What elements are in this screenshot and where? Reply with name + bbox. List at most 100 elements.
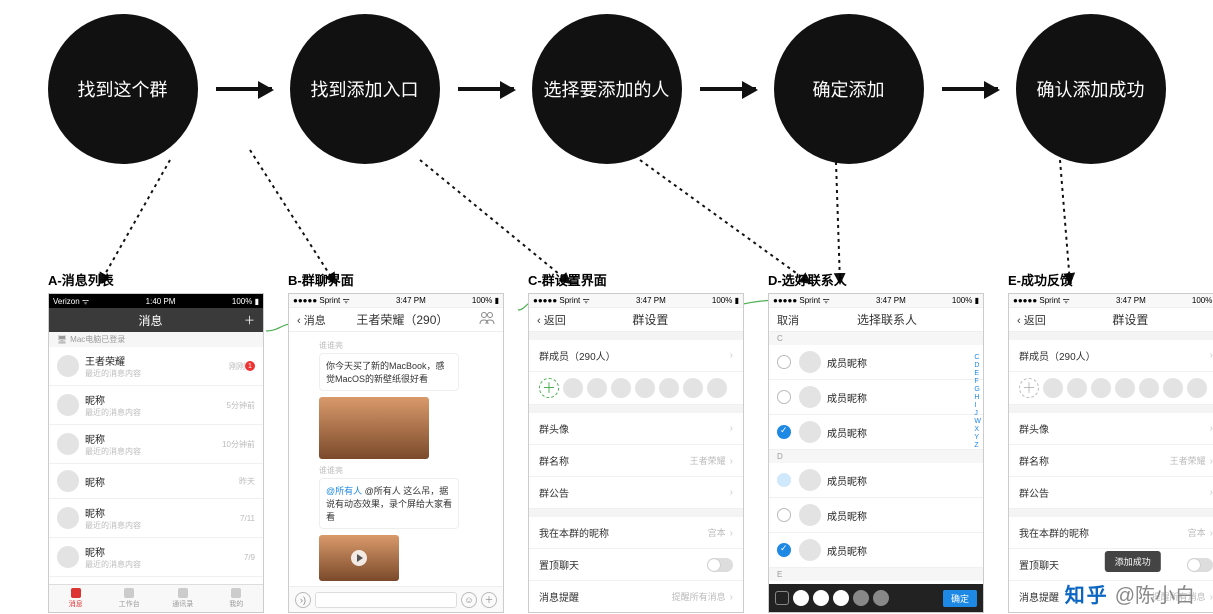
message-bubble[interactable]: @所有人 @所有人 这么吊，据说有动态效果，录个屏给大家看看 (319, 478, 459, 529)
contact-row[interactable]: 成员昵称 (769, 533, 983, 568)
alpha-letter[interactable]: G (974, 386, 981, 393)
chat-time: 刚刚 (229, 361, 245, 372)
cell-group-notice[interactable]: 群公告› (529, 477, 743, 509)
tab-label: 我的 (229, 599, 243, 609)
alpha-letter[interactable]: I (974, 402, 981, 409)
cell-group-name[interactable]: 群名称王者荣耀› (1009, 445, 1213, 477)
chat-list-item[interactable]: 昵称最近的消息内容7/9 (49, 538, 263, 577)
back-button[interactable]: ‹ 消息 (297, 312, 326, 328)
statusbar: ●●●●● Sprint ᯤ 3:47 PM 100% ▮ (1009, 294, 1213, 308)
member-avatar[interactable] (611, 378, 631, 398)
chat-time: 7/11 (240, 514, 255, 523)
chat-list-item[interactable]: 昵称最近的消息内容10分钟前 (49, 425, 263, 464)
radio-icon[interactable] (777, 473, 791, 487)
cell-group-avatar[interactable]: 群头像› (1009, 413, 1213, 445)
radio-icon[interactable] (777, 508, 791, 522)
chat-list-item[interactable]: 王者荣耀最近的消息内容刚刚1 (49, 347, 263, 386)
cell-group-notice[interactable]: 群公告› (1009, 477, 1213, 509)
member-avatar[interactable] (635, 378, 655, 398)
chat-list-item[interactable]: 昵称昨天 (49, 464, 263, 499)
back-button[interactable]: ‹ 返回 (537, 312, 566, 328)
cell-notify[interactable]: 消息提醒提醒所有消息› (529, 581, 743, 613)
selected-avatar[interactable] (873, 590, 889, 606)
member-avatar[interactable] (1091, 378, 1111, 398)
alpha-letter[interactable]: E (974, 370, 981, 377)
cell-group-avatar[interactable]: 群头像› (529, 413, 743, 445)
radio-icon[interactable] (777, 390, 791, 404)
alpha-letter[interactable]: X (974, 426, 981, 433)
contact-row[interactable]: 成员昵称 (769, 415, 983, 450)
alpha-letter[interactable]: Y (974, 434, 981, 441)
confirm-button[interactable]: 确定 (943, 590, 977, 607)
avatar[interactable] (288, 476, 289, 494)
avatar[interactable] (288, 533, 289, 551)
selected-avatar[interactable] (813, 590, 829, 606)
chat-list-item[interactable]: 昵称最近的消息内容7/11 (49, 499, 263, 538)
member-avatar[interactable] (707, 378, 727, 398)
emoji-button[interactable]: ☺ (461, 592, 477, 608)
cell-members[interactable]: 群成员（290人）› (1009, 340, 1213, 372)
member-avatar[interactable] (1115, 378, 1135, 398)
alpha-index[interactable]: CDEFGHIJWXYZ (974, 354, 981, 449)
back-button[interactable]: ‹ 返回 (1017, 312, 1046, 328)
switch-toggle[interactable] (1187, 558, 1213, 572)
member-avatar[interactable] (1139, 378, 1159, 398)
voice-button[interactable]: ›) (295, 592, 311, 608)
alpha-letter[interactable]: J (974, 410, 981, 417)
arrow-icon (942, 87, 998, 91)
cell-members[interactable]: 群成员（290人）› (529, 340, 743, 372)
cell-my-nickname[interactable]: 我在本群的昵称宫本› (529, 517, 743, 549)
more-button[interactable]: ＋ (481, 592, 497, 608)
member-avatar[interactable] (683, 378, 703, 398)
radio-icon[interactable] (777, 425, 791, 439)
alpha-letter[interactable]: F (974, 378, 981, 385)
add-member-button[interactable]: ＋ (539, 378, 559, 398)
device-banner[interactable]: 🖥Mac电脑已登录 (49, 332, 263, 347)
tab-me[interactable]: 我的 (210, 585, 264, 612)
tab-contacts[interactable]: 通讯录 (156, 585, 210, 612)
member-avatar[interactable] (1067, 378, 1087, 398)
avatar[interactable] (288, 351, 289, 369)
radio-icon[interactable] (777, 543, 791, 557)
member-avatar[interactable] (1163, 378, 1183, 398)
add-member-button[interactable]: ＋ (1019, 378, 1039, 398)
cell-group-name[interactable]: 群名称王者荣耀› (529, 445, 743, 477)
contact-row[interactable]: 成员昵称 (769, 498, 983, 533)
chat-body[interactable]: 谁谁亮 你今天买了新的MacBook，感觉MacOS的新壁纸很好看 谁谁亮 @所… (289, 332, 503, 593)
cancel-button[interactable]: 取消 (777, 312, 799, 328)
alpha-letter[interactable]: D (974, 362, 981, 369)
contact-row[interactable]: 成员昵称 (769, 345, 983, 380)
image-attachment[interactable] (319, 397, 429, 459)
message-bubble[interactable]: 你今天买了新的MacBook，感觉MacOS的新壁纸很好看 (319, 353, 459, 391)
cell-pin-chat[interactable]: 置顶聊天 (529, 549, 743, 581)
tab-workbench[interactable]: 工作台 (103, 585, 157, 612)
keyboard-icon[interactable] (775, 591, 789, 605)
switch-toggle[interactable] (707, 558, 733, 572)
chat-list-item[interactable]: 昵称最近的消息内容5分钟前 (49, 386, 263, 425)
add-button[interactable]: ＋ (244, 312, 255, 328)
member-avatar[interactable] (659, 378, 679, 398)
member-avatar[interactable] (563, 378, 583, 398)
radio-icon[interactable] (777, 355, 791, 369)
selected-avatar[interactable] (793, 590, 809, 606)
alpha-letter[interactable]: Z (974, 442, 981, 449)
banner-text: Mac电脑已登录 (70, 334, 125, 345)
tab-messages[interactable]: 消息 (49, 585, 103, 612)
selected-avatar[interactable] (833, 590, 849, 606)
text-input[interactable] (315, 592, 457, 608)
contact-row[interactable]: 成员昵称 (769, 463, 983, 498)
alpha-letter[interactable]: H (974, 394, 981, 401)
member-avatar[interactable] (587, 378, 607, 398)
chevron-right-icon: › (1210, 592, 1213, 603)
chat-preview: 最近的消息内容 (85, 446, 222, 457)
selected-avatar[interactable] (853, 590, 869, 606)
group-settings-button[interactable] (479, 311, 495, 328)
cell-my-nickname[interactable]: 我在本群的昵称宫本› (1009, 517, 1213, 549)
alpha-letter[interactable]: W (974, 418, 981, 425)
contact-row[interactable]: 成员昵称 (769, 380, 983, 415)
alpha-letter[interactable]: C (974, 354, 981, 361)
avatar[interactable] (288, 395, 289, 413)
member-avatar[interactable] (1187, 378, 1207, 398)
video-attachment[interactable] (319, 535, 399, 581)
member-avatar[interactable] (1043, 378, 1063, 398)
